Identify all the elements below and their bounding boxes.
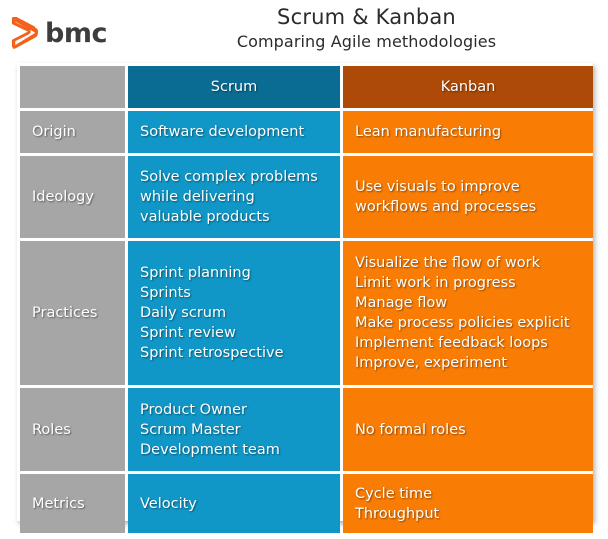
bmc-logo: bmc bbox=[10, 17, 107, 49]
cell-scrum-roles: Product Owner Scrum Master Development t… bbox=[128, 388, 340, 471]
row-label-practices: Practices bbox=[20, 241, 125, 385]
page-header: bmc Scrum & Kanban Comparing Agile metho… bbox=[0, 0, 608, 62]
cell-kanban-ideology: Use visuals to improve workflows and pro… bbox=[343, 156, 593, 238]
table-row: Origin Software development Lean manufac… bbox=[20, 111, 593, 153]
header-cell-blank bbox=[20, 66, 125, 108]
table-row: Practices Sprint planning Sprints Daily … bbox=[20, 241, 593, 385]
row-label-roles: Roles bbox=[20, 388, 125, 471]
cell-kanban-metrics: Cycle time Throughput bbox=[343, 474, 593, 533]
cell-kanban-roles: No formal roles bbox=[343, 388, 593, 471]
comparison-table: Scrum Kanban Origin Software development… bbox=[17, 63, 596, 536]
row-label-ideology: Ideology bbox=[20, 156, 125, 238]
table-header-row: Scrum Kanban bbox=[20, 66, 593, 108]
infographic-page: bmc Scrum & Kanban Comparing Agile metho… bbox=[0, 0, 608, 539]
row-label-metrics: Metrics bbox=[20, 474, 125, 533]
cell-scrum-ideology: Solve complex problems while delivering … bbox=[128, 156, 340, 238]
cell-scrum-practices: Sprint planning Sprints Daily scrum Spri… bbox=[128, 241, 340, 385]
cell-scrum-metrics: Velocity bbox=[128, 474, 340, 533]
bmc-chevron-logo-icon bbox=[11, 17, 39, 49]
table-row: Metrics Velocity Cycle time Throughput bbox=[20, 474, 593, 533]
cell-scrum-origin: Software development bbox=[128, 111, 340, 153]
title-block: Scrum & Kanban Comparing Agile methodolo… bbox=[140, 4, 608, 53]
row-label-origin: Origin bbox=[20, 111, 125, 153]
cell-kanban-origin: Lean manufacturing bbox=[343, 111, 593, 153]
page-title: Scrum & Kanban bbox=[277, 5, 456, 29]
table-row: Ideology Solve complex problems while de… bbox=[20, 156, 593, 238]
table-row: Roles Product Owner Scrum Master Develop… bbox=[20, 388, 593, 471]
page-subtitle: Comparing Agile methodologies bbox=[236, 32, 497, 51]
header-cell-kanban: Kanban bbox=[343, 66, 593, 108]
header-cell-scrum: Scrum bbox=[128, 66, 340, 108]
cell-kanban-practices: Visualize the flow of work Limit work in… bbox=[343, 241, 593, 385]
bmc-logo-wordmark: bmc bbox=[45, 17, 107, 49]
comparison-table-container: Scrum Kanban Origin Software development… bbox=[17, 63, 593, 533]
